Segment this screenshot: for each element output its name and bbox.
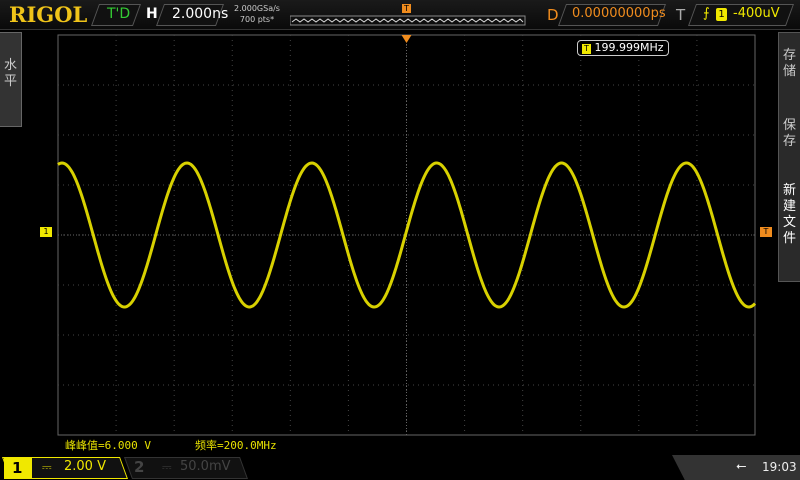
bottom-bar: 1 ⎓ 2.00 V 2 ⎓ 50.0mV ⭠ 19:03 xyxy=(0,455,800,480)
trigger-level-marker[interactable]: T xyxy=(760,227,772,237)
ch1-label[interactable]: 1 xyxy=(4,457,32,479)
ch2-coupling-icon: ⎓ xyxy=(162,460,172,474)
waveform-grid xyxy=(57,34,757,436)
counter-value: 199.999MHz xyxy=(594,41,664,54)
ch2-scale[interactable]: 50.0mV xyxy=(180,459,231,474)
ch1-offset-marker[interactable]: 1 xyxy=(40,227,52,237)
measurement-frequency: 频率=200.0MHz xyxy=(195,439,277,452)
trigger-position-arrow xyxy=(401,35,412,43)
measurement-vpp: 峰峰值=6.000 V xyxy=(65,439,151,452)
usb-icon: ⭠ xyxy=(736,459,747,474)
ch2-label[interactable]: 2 xyxy=(134,458,144,476)
counter-trigger-icon: T xyxy=(582,44,591,54)
clock-time: 19:03 xyxy=(762,460,797,474)
ch1-coupling-icon: ⎓ xyxy=(42,460,52,474)
ch1-scale[interactable]: 2.00 V xyxy=(64,459,106,474)
frequency-counter: T 199.999MHz xyxy=(577,40,669,56)
